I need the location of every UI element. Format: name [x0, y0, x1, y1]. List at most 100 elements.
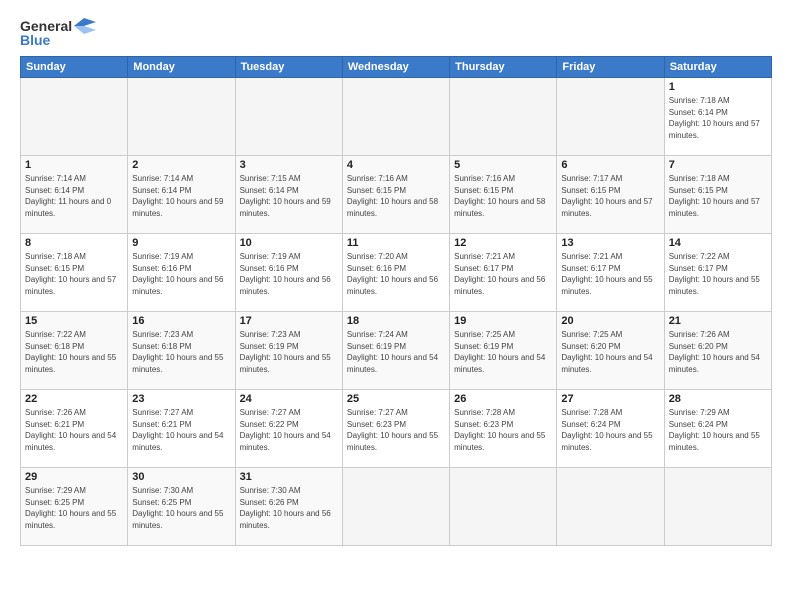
day-number: 14	[669, 237, 767, 249]
day-info: Sunrise: 7:18 AMSunset: 6:15 PMDaylight:…	[669, 173, 767, 219]
day-number: 8	[25, 237, 123, 249]
day-info: Sunrise: 7:30 AMSunset: 6:25 PMDaylight:…	[132, 485, 230, 531]
logo-text-block: General Blue	[20, 18, 96, 48]
col-header-thursday: Thursday	[450, 57, 557, 78]
logo-bird-icon	[74, 18, 96, 34]
day-number: 16	[132, 315, 230, 327]
calendar-cell: 8Sunrise: 7:18 AMSunset: 6:15 PMDaylight…	[21, 234, 128, 312]
day-info: Sunrise: 7:29 AMSunset: 6:24 PMDaylight:…	[669, 407, 767, 453]
calendar-cell	[450, 468, 557, 546]
day-number: 26	[454, 393, 552, 405]
day-info: Sunrise: 7:25 AMSunset: 6:19 PMDaylight:…	[454, 329, 552, 375]
calendar-cell	[128, 78, 235, 156]
calendar-cell	[342, 78, 449, 156]
calendar-cell: 2Sunrise: 7:14 AMSunset: 6:14 PMDaylight…	[128, 156, 235, 234]
day-info: Sunrise: 7:20 AMSunset: 6:16 PMDaylight:…	[347, 251, 445, 297]
day-info: Sunrise: 7:26 AMSunset: 6:21 PMDaylight:…	[25, 407, 123, 453]
calendar-cell: 23 Sunrise: 7:27 AMSunset: 6:21 PMDayligh…	[128, 390, 235, 468]
calendar-cell: 4 Sunrise: 7:16 AMSunset: 6:15 PMDaylight…	[342, 156, 449, 234]
day-info: Sunrise: 7:17 AMSunset: 6:15 PMDaylight:…	[561, 173, 659, 219]
day-number: 1	[25, 159, 123, 171]
calendar-cell	[450, 78, 557, 156]
day-info: Sunrise: 7:23 AMSunset: 6:18 PMDaylight:…	[132, 329, 230, 375]
calendar-cell: 12Sunrise: 7:21 AMSunset: 6:17 PMDayligh…	[450, 234, 557, 312]
day-info: Sunrise: 7:22 AMSunset: 6:17 PMDaylight:…	[669, 251, 767, 297]
col-header-friday: Friday	[557, 57, 664, 78]
day-number: 22	[25, 393, 123, 405]
calendar-cell: 10 Sunrise: 7:19 AMSunset: 6:16 PMDayligh…	[235, 234, 342, 312]
day-info: Sunrise: 7:18 AMSunset: 6:14 PMDaylight:…	[669, 95, 767, 141]
calendar-cell: 5Sunrise: 7:16 AMSunset: 6:15 PMDaylight…	[450, 156, 557, 234]
day-info: Sunrise: 7:15 AMSunset: 6:14 PMDaylight:…	[240, 173, 338, 219]
day-info: Sunrise: 7:27 AMSunset: 6:21 PMDaylight:…	[132, 407, 230, 453]
calendar-week-row: 1Sunrise: 7:18 AMSunset: 6:14 PMDaylight…	[21, 78, 772, 156]
day-info: Sunrise: 7:21 AMSunset: 6:17 PMDaylight:…	[561, 251, 659, 297]
calendar-cell: 25 Sunrise: 7:27 AMSunset: 6:23 PMDayligh…	[342, 390, 449, 468]
calendar-cell: 26 Sunrise: 7:28 AMSunset: 6:23 PMDayligh…	[450, 390, 557, 468]
calendar-cell: 28Sunrise: 7:29 AMSunset: 6:24 PMDayligh…	[664, 390, 771, 468]
calendar-cell: 6Sunrise: 7:17 AMSunset: 6:15 PMDaylight…	[557, 156, 664, 234]
day-number: 4	[347, 159, 445, 171]
day-number: 3	[240, 159, 338, 171]
day-number: 10	[240, 237, 338, 249]
calendar-cell: 15 Sunrise: 7:22 AMSunset: 6:18 PMDayligh…	[21, 312, 128, 390]
calendar-cell: 27 Sunrise: 7:28 AMSunset: 6:24 PMDayligh…	[557, 390, 664, 468]
calendar-cell: 17 Sunrise: 7:23 AMSunset: 6:19 PMDayligh…	[235, 312, 342, 390]
calendar-cell	[557, 78, 664, 156]
calendar-body: 1 Sunrise: 7:18 AMSunset: 6:14 PMDaylight…	[21, 78, 772, 546]
col-header-wednesday: Wednesday	[342, 57, 449, 78]
day-info: Sunrise: 7:26 AMSunset: 6:20 PMDaylight:…	[669, 329, 767, 375]
day-number: 12	[454, 237, 552, 249]
day-number: 17	[240, 315, 338, 327]
day-number: 5	[454, 159, 552, 171]
day-number: 7	[669, 159, 767, 171]
calendar-week-row: 22 Sunrise: 7:26 AMSunset: 6:21 PMDayligh…	[21, 390, 772, 468]
day-info: Sunrise: 7:29 AMSunset: 6:25 PMDaylight:…	[25, 485, 123, 531]
col-header-sunday: Sunday	[21, 57, 128, 78]
calendar-cell: 11Sunrise: 7:20 AMSunset: 6:16 PMDayligh…	[342, 234, 449, 312]
day-info: Sunrise: 7:25 AMSunset: 6:20 PMDaylight:…	[561, 329, 659, 375]
calendar-table: SundayMondayTuesdayWednesdayThursdayFrid…	[20, 56, 772, 546]
day-info: Sunrise: 7:19 AMSunset: 6:16 PMDaylight:…	[240, 251, 338, 297]
col-header-monday: Monday	[128, 57, 235, 78]
calendar-week-row: 8Sunrise: 7:18 AMSunset: 6:15 PMDaylight…	[21, 234, 772, 312]
col-header-saturday: Saturday	[664, 57, 771, 78]
col-header-tuesday: Tuesday	[235, 57, 342, 78]
day-number: 2	[132, 159, 230, 171]
calendar-cell: 19 Sunrise: 7:25 AMSunset: 6:19 PMDayligh…	[450, 312, 557, 390]
day-info: Sunrise: 7:16 AMSunset: 6:15 PMDaylight:…	[347, 173, 445, 219]
calendar-cell: 9Sunrise: 7:19 AMSunset: 6:16 PMDaylight…	[128, 234, 235, 312]
day-number: 23	[132, 393, 230, 405]
page: General Blue SundayMondayTuesdayWednesda…	[0, 0, 792, 612]
day-info: Sunrise: 7:14 AMSunset: 6:14 PMDaylight:…	[25, 173, 123, 219]
day-info: Sunrise: 7:28 AMSunset: 6:24 PMDaylight:…	[561, 407, 659, 453]
day-number: 20	[561, 315, 659, 327]
day-number: 15	[25, 315, 123, 327]
day-number: 19	[454, 315, 552, 327]
calendar-cell: 30 Sunrise: 7:30 AMSunset: 6:25 PMDayligh…	[128, 468, 235, 546]
logo: General Blue	[20, 18, 96, 48]
day-info: Sunrise: 7:30 AMSunset: 6:26 PMDaylight:…	[240, 485, 338, 531]
day-number: 25	[347, 393, 445, 405]
calendar-cell: 24Sunrise: 7:27 AMSunset: 6:22 PMDayligh…	[235, 390, 342, 468]
day-number: 18	[347, 315, 445, 327]
calendar-cell: 1 Sunrise: 7:14 AMSunset: 6:14 PMDaylight…	[21, 156, 128, 234]
day-info: Sunrise: 7:23 AMSunset: 6:19 PMDaylight:…	[240, 329, 338, 375]
calendar-cell	[557, 468, 664, 546]
calendar-cell: 3 Sunrise: 7:15 AMSunset: 6:14 PMDaylight…	[235, 156, 342, 234]
calendar-cell	[235, 78, 342, 156]
day-number: 29	[25, 471, 123, 483]
calendar-week-row: 29 Sunrise: 7:29 AMSunset: 6:25 PMDayligh…	[21, 468, 772, 546]
day-info: Sunrise: 7:19 AMSunset: 6:16 PMDaylight:…	[132, 251, 230, 297]
calendar-cell	[21, 78, 128, 156]
calendar-cell: 31Sunrise: 7:30 AMSunset: 6:26 PMDayligh…	[235, 468, 342, 546]
day-info: Sunrise: 7:28 AMSunset: 6:23 PMDaylight:…	[454, 407, 552, 453]
day-number: 27	[561, 393, 659, 405]
day-number: 30	[132, 471, 230, 483]
calendar-cell: 22 Sunrise: 7:26 AMSunset: 6:21 PMDayligh…	[21, 390, 128, 468]
day-number: 21	[669, 315, 767, 327]
header: General Blue	[20, 18, 772, 48]
day-info: Sunrise: 7:22 AMSunset: 6:18 PMDaylight:…	[25, 329, 123, 375]
day-info: Sunrise: 7:27 AMSunset: 6:23 PMDaylight:…	[347, 407, 445, 453]
calendar-cell: 7 Sunrise: 7:18 AMSunset: 6:15 PMDaylight…	[664, 156, 771, 234]
